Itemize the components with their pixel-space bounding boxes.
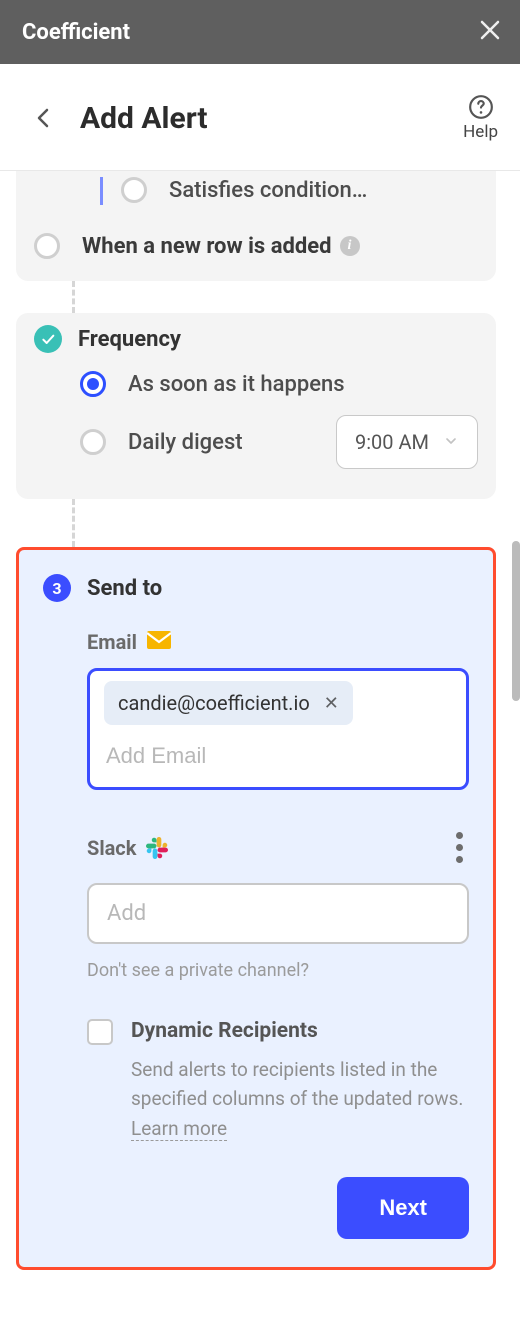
- email-label-text: Email: [87, 630, 137, 654]
- email-chip: candie@coefficient.io ✕: [104, 681, 353, 725]
- frequency-card: Frequency As soon as it happens Daily di…: [16, 313, 496, 499]
- page-header: Add Alert Help: [0, 64, 520, 171]
- step-connector: [72, 281, 502, 313]
- option-label: As soon as it happens: [128, 372, 345, 397]
- option-label: Satisfies condition…: [169, 178, 367, 203]
- dynamic-recipients-option[interactable]: Dynamic Recipients: [87, 1019, 469, 1045]
- send-to-title: Send to: [87, 576, 162, 601]
- email-label: Email: [87, 630, 469, 654]
- app-title: Coefficient: [22, 20, 130, 45]
- option-satisfies-condition[interactable]: Satisfies condition…: [121, 177, 478, 203]
- help-label: Help: [463, 122, 498, 142]
- send-to-header: 3 Send to: [43, 574, 469, 602]
- digest-time-select[interactable]: 9:00 AM: [336, 415, 478, 469]
- slack-placeholder: Add: [107, 901, 146, 926]
- radio-selected-icon: [80, 371, 106, 397]
- frequency-header: Frequency: [34, 325, 478, 353]
- dynamic-recipients-desc-text: Send alerts to recipients listed in the …: [131, 1058, 463, 1110]
- option-as-soon-as[interactable]: As soon as it happens: [80, 371, 478, 397]
- next-button[interactable]: Next: [337, 1177, 469, 1239]
- slack-input[interactable]: Add: [87, 883, 469, 944]
- send-to-card: 3 Send to Email candie@coefficient.io ✕: [16, 547, 496, 1270]
- slack-label-text: Slack: [87, 836, 136, 860]
- radio-icon: [121, 177, 147, 203]
- titlebar: Coefficient: [0, 0, 520, 64]
- info-icon[interactable]: i: [340, 236, 360, 256]
- email-input[interactable]: [104, 735, 452, 777]
- email-input-container[interactable]: candie@coefficient.io ✕: [87, 668, 469, 790]
- option-label: Daily digest: [128, 430, 243, 455]
- dynamic-recipients-checkbox[interactable]: [87, 1019, 113, 1045]
- option-label: When a new row is added: [82, 234, 332, 259]
- option-new-row-added[interactable]: When a new row is added i: [34, 233, 478, 259]
- check-complete-icon: [34, 325, 62, 353]
- remove-chip-icon[interactable]: ✕: [324, 693, 339, 714]
- slack-label: Slack: [87, 836, 168, 860]
- help-button[interactable]: Help: [463, 94, 498, 142]
- frequency-title: Frequency: [78, 327, 181, 352]
- radio-icon: [34, 233, 60, 259]
- email-chip-value: candie@coefficient.io: [118, 691, 310, 715]
- slack-icon: [146, 837, 168, 859]
- trigger-card: Satisfies condition… When a new row is a…: [16, 171, 496, 281]
- step-connector: [72, 499, 502, 547]
- body: Satisfies condition… When a new row is a…: [0, 171, 520, 1270]
- option-daily-digest[interactable]: Daily digest 9:00 AM: [80, 415, 478, 469]
- email-icon: [147, 630, 171, 654]
- step-number-badge: 3: [43, 574, 71, 602]
- digest-time-value: 9:00 AM: [355, 430, 429, 454]
- page-title: Add Alert: [80, 101, 463, 136]
- close-icon[interactable]: [478, 16, 502, 49]
- radio-icon: [80, 429, 106, 455]
- slack-private-hint[interactable]: Don't see a private channel?: [87, 960, 469, 981]
- dynamic-recipients-desc: Send alerts to recipients listed in the …: [131, 1055, 469, 1143]
- learn-more-link[interactable]: Learn more: [131, 1117, 227, 1141]
- chevron-down-icon: [443, 430, 459, 454]
- slack-more-menu[interactable]: [450, 826, 469, 869]
- dynamic-recipients-title: Dynamic Recipients: [131, 1019, 318, 1043]
- scrollbar-thumb[interactable]: [512, 541, 520, 701]
- back-icon[interactable]: [32, 106, 56, 130]
